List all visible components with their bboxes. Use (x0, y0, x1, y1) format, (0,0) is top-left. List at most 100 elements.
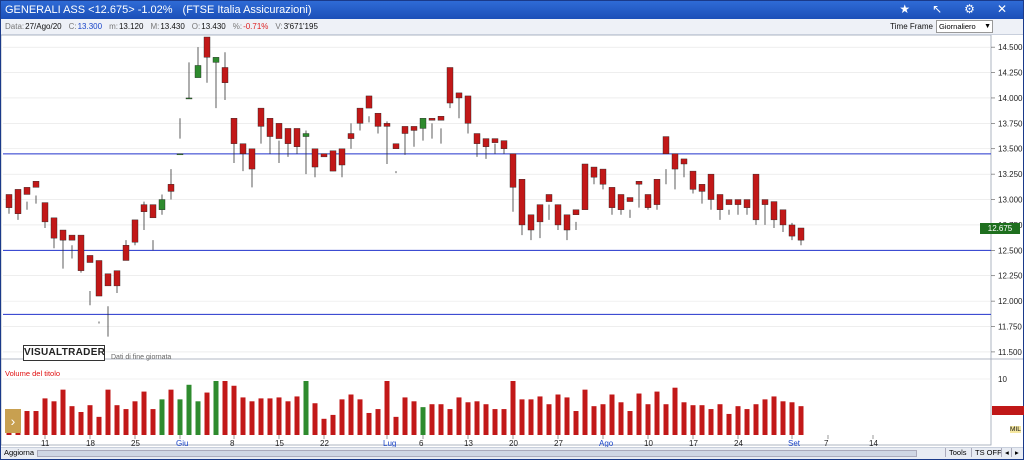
candle-body (671, 153, 679, 170)
volume-bar (483, 404, 489, 435)
volume-bar (222, 381, 228, 435)
volume-bar (303, 381, 309, 435)
volume-bar (429, 404, 435, 435)
candle-body (41, 202, 49, 223)
candle-body (239, 143, 247, 155)
x-tick-label: 24 (734, 439, 743, 447)
candle-body (608, 187, 616, 208)
candle-body (284, 128, 292, 144)
candle-body (50, 217, 58, 239)
volume-bar (690, 405, 696, 435)
candle-body (14, 189, 22, 214)
volume-bar (798, 406, 804, 435)
volume-bar (519, 399, 525, 435)
volume-bar (528, 399, 534, 435)
candle-body (176, 153, 184, 156)
volume-bar (375, 409, 381, 435)
candle-body (95, 260, 103, 297)
volume-bar (105, 389, 111, 435)
volume-bar (753, 404, 759, 435)
volume-bar (717, 404, 723, 435)
y-tick-label: 13.750 (998, 119, 1023, 128)
volume-bar (195, 401, 201, 435)
expand-panel-arrow-icon[interactable]: › (5, 409, 21, 433)
candle-body (725, 199, 733, 205)
y-tick-label: 14.500 (998, 43, 1023, 52)
volume-bar (456, 397, 462, 435)
volume-bar (726, 413, 732, 435)
volume-bar (681, 402, 687, 435)
volume-bar (123, 409, 129, 435)
plot-area (1, 35, 992, 446)
candle-body (329, 150, 337, 172)
candle-body (653, 179, 661, 205)
candle-body (626, 197, 634, 202)
volume-bar (708, 409, 714, 435)
close-icon[interactable]: ✕ (997, 2, 1007, 16)
volume-bar (258, 398, 264, 435)
settings-icon[interactable]: ⚙ (964, 2, 975, 16)
y-tick-label: 12.500 (998, 246, 1023, 255)
max-value: 13.430 (160, 22, 185, 31)
volume-bar (744, 409, 750, 435)
x-tick-label: 20 (509, 439, 518, 447)
collapse-arrow-icon[interactable]: ↖ (932, 2, 942, 16)
volume-bar (420, 407, 426, 435)
window-market: (FTSE Italia Assicurazioni) (182, 4, 312, 16)
candle-body (500, 140, 508, 149)
date-label: Data: (5, 22, 25, 31)
candle-body (680, 158, 688, 165)
volume-bar (231, 385, 237, 435)
candle-body (77, 234, 85, 271)
volume-bar (141, 391, 147, 435)
min-value: 13.120 (118, 22, 144, 31)
volume-bar (663, 404, 669, 435)
volume-bar (762, 399, 768, 435)
x-tick-label: 18 (86, 439, 95, 447)
volume-bar (96, 416, 102, 435)
candle-body (635, 181, 643, 185)
candle-body (770, 201, 778, 221)
volume-bar (42, 398, 48, 435)
last-volume-tag (992, 406, 1024, 415)
update-button[interactable]: Aggiorna (4, 448, 34, 457)
candle-body (320, 153, 328, 158)
candle-body (473, 133, 481, 144)
volume-bar (564, 397, 570, 435)
price-volume-chart[interactable]: 14.500 14.250 14.000 13.750 13.500 13.250 13.0… (1, 35, 1023, 447)
ts-toggle-button[interactable]: TS OFF (971, 448, 1005, 457)
x-tick-label: 27 (554, 439, 563, 447)
volume-value: 3'671'195 (283, 22, 318, 31)
candle-body (365, 95, 373, 109)
volume-bar (501, 409, 507, 435)
ohlc-info-bar: Data: 27/Ago/20 C: 13.300 m: 13.120 M: 13.43… (1, 19, 1023, 35)
volume-bar (366, 412, 372, 435)
candle-body (392, 143, 400, 149)
favorite-star-icon[interactable]: ★ (899, 2, 910, 16)
scroll-right-icon[interactable]: ▸ (1011, 448, 1022, 457)
x-tick-label: 25 (131, 439, 140, 447)
x-tick-label: 22 (320, 439, 329, 447)
y-tick-label: 14.000 (998, 94, 1023, 103)
volume-bar (357, 399, 363, 435)
candle-body (554, 204, 562, 226)
candle-body (68, 234, 76, 241)
candle-body (779, 209, 787, 226)
candle-body (257, 107, 265, 127)
candle-body (590, 166, 598, 178)
candle-body (338, 148, 346, 166)
candle-body (761, 199, 769, 205)
timeframe-selected: Giornaliero (939, 22, 976, 31)
volume-bar (294, 396, 300, 435)
volume-bar (69, 406, 75, 435)
time-scrollbar[interactable] (37, 450, 917, 457)
candle-body (437, 116, 445, 121)
candle-body (185, 97, 193, 100)
timeframe-select[interactable]: Giornaliero ▼ (936, 20, 993, 33)
date-value: 27/Ago/20 (25, 22, 62, 31)
max-label: M: (150, 22, 160, 31)
title-bar-icons: ★ ↖ ⚙ ✕ (899, 2, 1017, 16)
candle-body (509, 153, 517, 188)
volume-bar (177, 399, 183, 435)
tools-button[interactable]: Tools (945, 448, 970, 457)
